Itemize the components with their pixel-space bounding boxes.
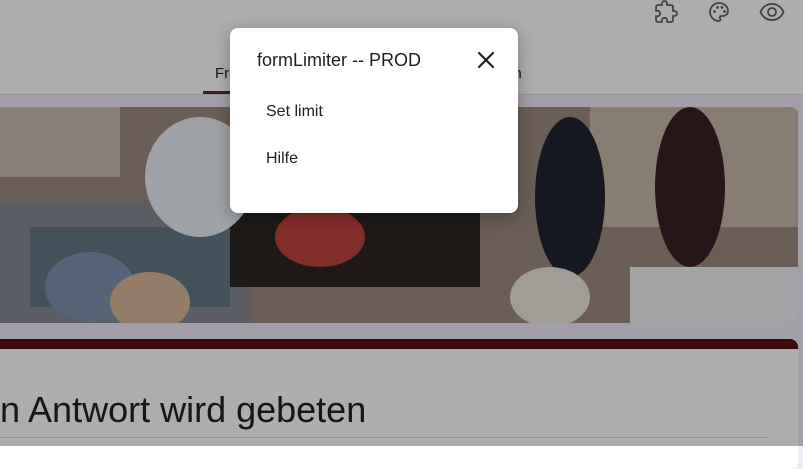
dialog-title: formLimiter -- PROD — [257, 50, 422, 70]
close-icon[interactable] — [474, 48, 498, 72]
set-limit-menu-item[interactable]: Set limit — [266, 103, 323, 121]
addon-dialog: formLimiter -- PROD Set limit Hilfe — [230, 28, 518, 213]
help-menu-item[interactable]: Hilfe — [266, 150, 298, 168]
